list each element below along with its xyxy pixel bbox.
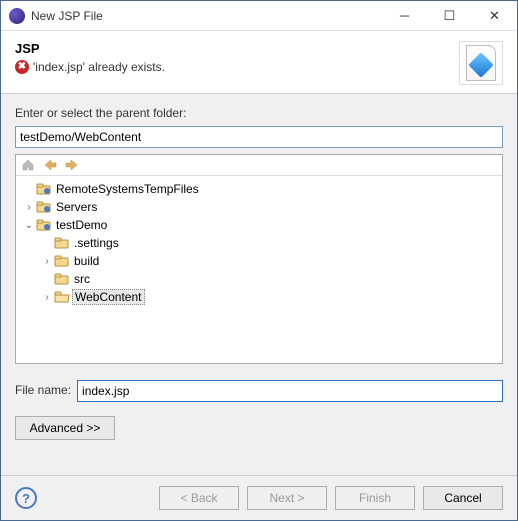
- banner-error: ✖ 'index.jsp' already exists.: [15, 60, 459, 74]
- back-button: < Back: [159, 486, 239, 510]
- project-icon: [36, 182, 52, 196]
- button-bar: ? < Back Next > Finish Cancel: [1, 475, 517, 520]
- folder-icon: [54, 236, 70, 250]
- file-name-input[interactable]: [77, 380, 503, 402]
- window-title: New JSP File: [31, 9, 382, 23]
- back-arrow-icon[interactable]: [42, 157, 58, 173]
- tree-node[interactable]: › Servers: [18, 198, 500, 216]
- help-icon[interactable]: ?: [15, 487, 37, 509]
- twisty-expanded-icon[interactable]: ⌄: [22, 220, 36, 231]
- folder-open-icon: [54, 290, 70, 304]
- forward-arrow-icon[interactable]: [64, 157, 80, 173]
- tree-node-label: WebContent: [72, 289, 145, 305]
- project-icon: [36, 200, 52, 214]
- error-icon: ✖: [15, 60, 29, 74]
- tree-node[interactable]: › WebContent: [18, 288, 500, 306]
- tree-node-label: testDemo: [54, 218, 109, 232]
- tree-node-label: Servers: [54, 200, 99, 214]
- folder-icon: [54, 272, 70, 286]
- finish-button: Finish: [335, 486, 415, 510]
- twisty-collapsed-icon[interactable]: ›: [22, 202, 36, 213]
- banner-error-text: 'index.jsp' already exists.: [33, 60, 165, 74]
- tree-node[interactable]: › build: [18, 252, 500, 270]
- dialog-window: New JSP File ─ ☐ ✕ JSP ✖ 'index.jsp' alr…: [0, 0, 518, 521]
- eclipse-icon: [9, 8, 25, 24]
- home-icon[interactable]: [20, 157, 36, 173]
- advanced-button[interactable]: Advanced >>: [15, 416, 115, 440]
- parent-folder-input[interactable]: [15, 126, 503, 148]
- tree-node-label: src: [72, 272, 92, 286]
- content-area: Enter or select the parent folder: Remot…: [1, 94, 517, 475]
- tree-node-label: RemoteSystemsTempFiles: [54, 182, 201, 196]
- minimize-button[interactable]: ─: [382, 1, 427, 30]
- tree-node-label: build: [72, 254, 101, 268]
- twisty-collapsed-icon[interactable]: ›: [40, 292, 54, 303]
- parent-folder-label: Enter or select the parent folder:: [15, 106, 503, 120]
- folder-icon: [54, 254, 70, 268]
- titlebar: New JSP File ─ ☐ ✕: [1, 1, 517, 31]
- maximize-button[interactable]: ☐: [427, 1, 472, 30]
- folder-tree-container: RemoteSystemsTempFiles › Servers ⌄ testDemo.…: [15, 154, 503, 364]
- tree-toolbar: [16, 155, 502, 176]
- tree-node[interactable]: .settings: [18, 234, 500, 252]
- twisty-collapsed-icon[interactable]: ›: [40, 256, 54, 267]
- window-controls: ─ ☐ ✕: [382, 1, 517, 30]
- close-button[interactable]: ✕: [472, 1, 517, 30]
- tree-node[interactable]: src: [18, 270, 500, 288]
- file-name-label: File name:: [15, 383, 71, 397]
- tree-node-label: .settings: [72, 236, 121, 250]
- cancel-button[interactable]: Cancel: [423, 486, 503, 510]
- tree-node[interactable]: ⌄ testDemo: [18, 216, 500, 234]
- next-button: Next >: [247, 486, 327, 510]
- tree-node[interactable]: RemoteSystemsTempFiles: [18, 180, 500, 198]
- folder-tree[interactable]: RemoteSystemsTempFiles › Servers ⌄ testDemo.…: [16, 176, 502, 363]
- wizard-banner: JSP ✖ 'index.jsp' already exists.: [1, 31, 517, 94]
- banner-title: JSP: [15, 41, 459, 56]
- wizard-icon: [459, 41, 503, 85]
- project-icon: [36, 218, 52, 232]
